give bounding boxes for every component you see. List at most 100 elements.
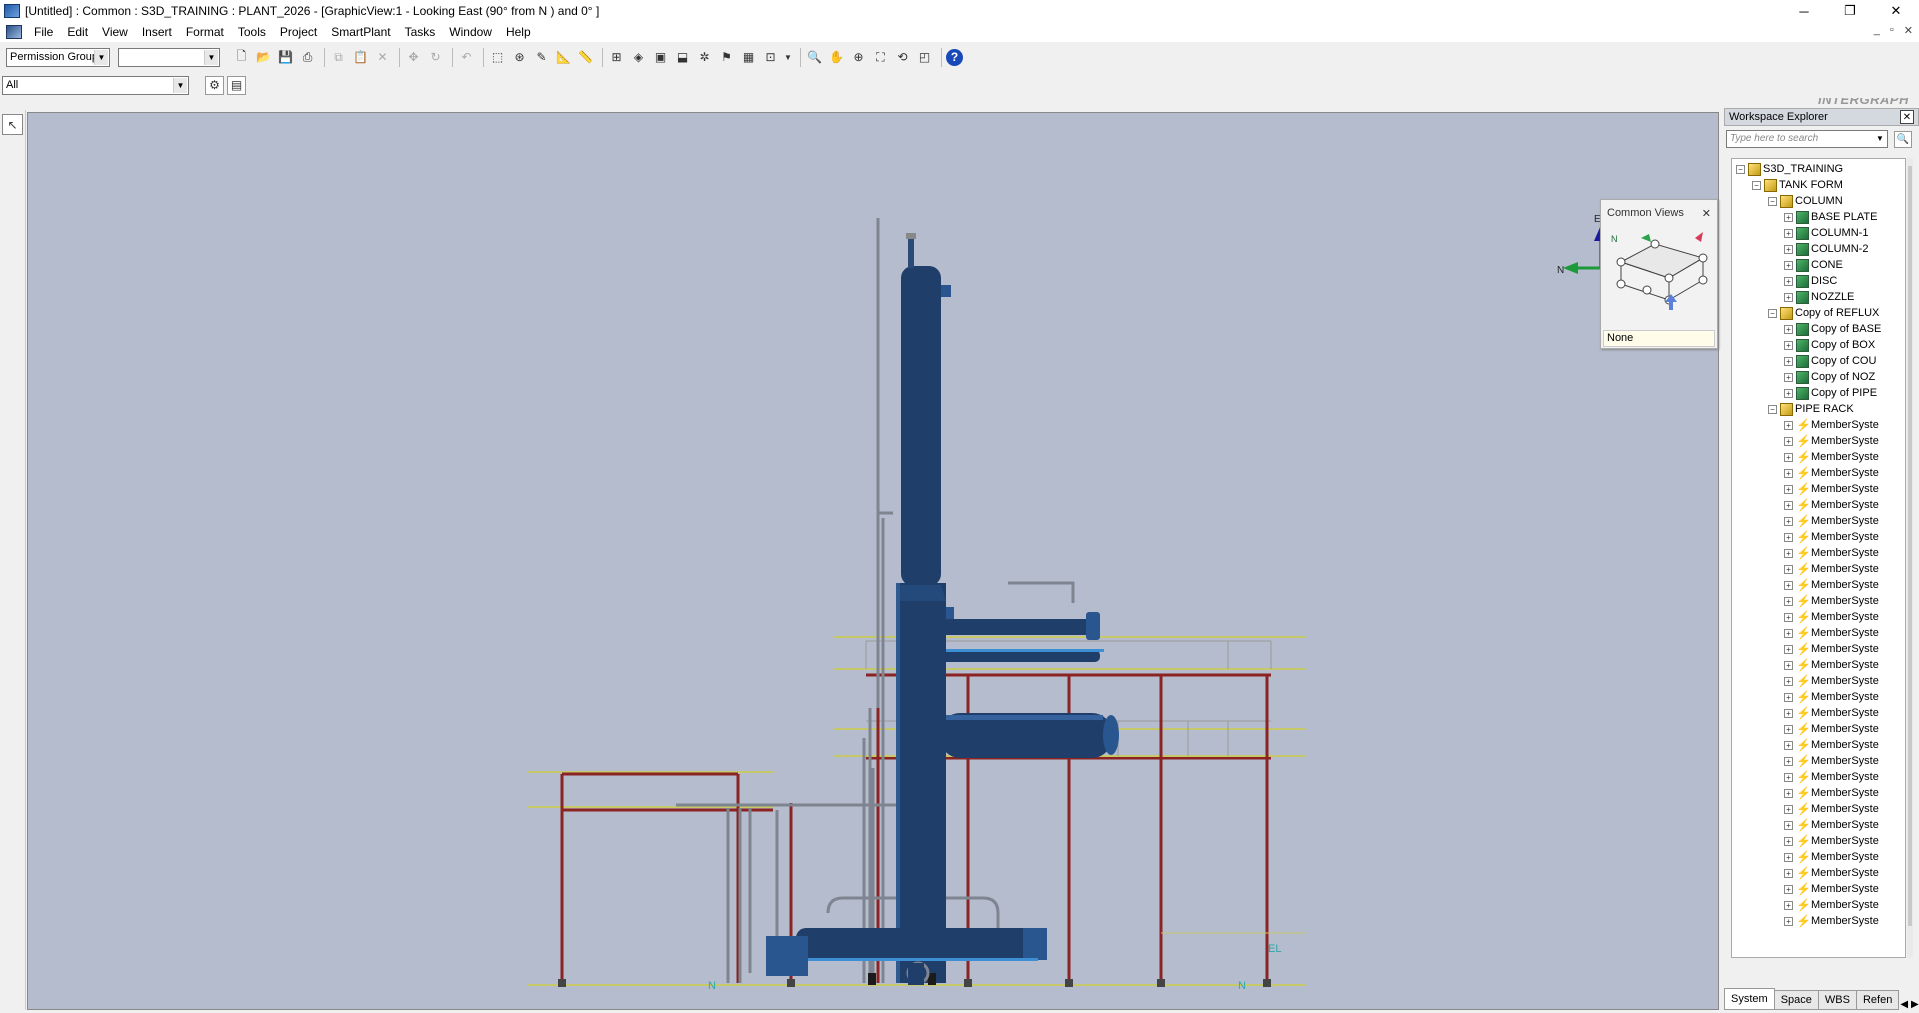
tab-scroll-left-icon[interactable]: ◀: [1900, 999, 1908, 1010]
tree-item[interactable]: + ⚡ MemberSyste: [1784, 625, 1879, 641]
expand-icon[interactable]: +: [1784, 228, 1793, 238]
tree-item[interactable]: + ⚡ MemberSyste: [1784, 577, 1879, 593]
expand-icon[interactable]: +: [1784, 436, 1793, 446]
expand-icon[interactable]: +: [1784, 484, 1793, 494]
select-pointer-icon[interactable]: ↖: [2, 114, 23, 135]
tree-item[interactable]: + Copy of BOX: [1784, 337, 1875, 353]
expand-icon[interactable]: +: [1784, 388, 1793, 398]
tree-item[interactable]: + ⚡ MemberSyste: [1784, 529, 1879, 545]
look-at-icon[interactable]: ◰: [915, 48, 934, 67]
permission-group-select[interactable]: Permission Group ▼: [6, 47, 110, 67]
expand-icon[interactable]: +: [1784, 548, 1793, 558]
tree-item[interactable]: + ⚡ MemberSyste: [1784, 609, 1879, 625]
workspace-tree[interactable]: − S3D_TRAINING − TANK FORM − COLUMN + BASE PLAT…: [1731, 158, 1906, 958]
close-icon[interactable]: ✕: [1900, 110, 1914, 124]
expand-icon[interactable]: +: [1784, 660, 1793, 670]
tree-item[interactable]: + DISC: [1784, 273, 1837, 289]
tree-item[interactable]: + Copy of PIPE: [1784, 385, 1877, 401]
tree-item[interactable]: − S3D_TRAINING: [1736, 161, 1843, 177]
expand-icon[interactable]: +: [1784, 820, 1793, 830]
mdi-restore-button[interactable]: ▫: [1890, 24, 1894, 37]
tab-system[interactable]: System: [1724, 988, 1775, 1010]
expand-icon[interactable]: +: [1784, 900, 1793, 910]
tree-item[interactable]: + COLUMN-1: [1784, 225, 1868, 241]
save-icon[interactable]: 💾: [276, 48, 295, 67]
tree-scrollbar[interactable]: [1907, 158, 1913, 958]
layout-icon[interactable]: ▦: [739, 48, 758, 67]
zoom-icon[interactable]: 🔍: [805, 48, 824, 67]
view-icon[interactable]: ⊞: [607, 48, 626, 67]
expand-icon[interactable]: +: [1784, 212, 1793, 222]
expand-icon[interactable]: +: [1784, 452, 1793, 462]
tree-item[interactable]: + ⚡ MemberSyste: [1784, 513, 1879, 529]
tree-item[interactable]: + ⚡ MemberSyste: [1784, 897, 1879, 913]
menu-file[interactable]: File: [28, 25, 61, 39]
tree-item[interactable]: + CONE: [1784, 257, 1843, 273]
tree-hscrollbar[interactable]: [1731, 960, 1906, 968]
chevron-down-icon[interactable]: ▼: [204, 49, 218, 65]
tree-item[interactable]: − TANK FORM: [1752, 177, 1843, 193]
clip-icon[interactable]: ▣: [651, 48, 670, 67]
volume-icon[interactable]: ⬓: [673, 48, 692, 67]
expand-icon[interactable]: +: [1784, 868, 1793, 878]
restore-button[interactable]: ❐: [1827, 0, 1873, 22]
close-icon[interactable]: ✕: [1702, 207, 1711, 220]
tree-item[interactable]: + Copy of NOZ: [1784, 369, 1875, 385]
orbit-icon[interactable]: ⟲: [893, 48, 912, 67]
tree-item[interactable]: + ⚡ MemberSyste: [1784, 497, 1879, 513]
chevron-down-icon[interactable]: ▼: [1873, 131, 1887, 147]
expand-icon[interactable]: +: [1784, 532, 1793, 542]
tree-item[interactable]: + Copy of COU: [1784, 353, 1876, 369]
view-dropdown-icon[interactable]: ⊡: [761, 48, 780, 67]
tree-item[interactable]: + ⚡ MemberSyste: [1784, 913, 1879, 929]
ruler-icon[interactable]: 📏: [576, 48, 595, 67]
menu-project[interactable]: Project: [274, 25, 325, 39]
tree-item[interactable]: + ⚡ MemberSyste: [1784, 849, 1879, 865]
common-views-panel[interactable]: Common Views ✕ N None: [1600, 199, 1718, 349]
approval-status-select[interactable]: ▼: [118, 47, 220, 67]
tree-item[interactable]: + ⚡ MemberSyste: [1784, 721, 1879, 737]
expand-icon[interactable]: +: [1784, 372, 1793, 382]
menu-tools[interactable]: Tools: [232, 25, 274, 39]
menu-tasks[interactable]: Tasks: [399, 25, 444, 39]
menu-window[interactable]: Window: [443, 25, 500, 39]
expand-icon[interactable]: +: [1784, 420, 1793, 430]
expand-icon[interactable]: +: [1784, 916, 1793, 926]
copy-icon[interactable]: ⧉: [329, 48, 348, 67]
tree-item[interactable]: − COLUMN: [1768, 193, 1843, 209]
open-icon[interactable]: 📂: [254, 48, 273, 67]
tree-item[interactable]: + NOZZLE: [1784, 289, 1854, 305]
tree-item[interactable]: + ⚡ MemberSyste: [1784, 641, 1879, 657]
tree-item[interactable]: + ⚡ MemberSyste: [1784, 833, 1879, 849]
filter-settings-icon[interactable]: ⚙: [205, 75, 224, 95]
tree-item[interactable]: + ⚡ MemberSyste: [1784, 753, 1879, 769]
expand-icon[interactable]: +: [1784, 468, 1793, 478]
tree-item[interactable]: − Copy of REFLUX: [1768, 305, 1879, 321]
tree-item[interactable]: + ⚡ MemberSyste: [1784, 545, 1879, 561]
tree-item[interactable]: + ⚡ MemberSyste: [1784, 417, 1879, 433]
undo-icon[interactable]: ↶: [457, 48, 476, 67]
tree-item[interactable]: + ⚡ MemberSyste: [1784, 801, 1879, 817]
menu-help[interactable]: Help: [500, 25, 539, 39]
find-icon[interactable]: 🔍: [1894, 131, 1912, 148]
tree-item[interactable]: + ⚡ MemberSyste: [1784, 737, 1879, 753]
tree-item[interactable]: + ⚡ MemberSyste: [1784, 769, 1879, 785]
expand-icon[interactable]: +: [1784, 724, 1793, 734]
tree-item[interactable]: − PIPE RACK: [1768, 401, 1854, 417]
expand-icon[interactable]: +: [1784, 852, 1793, 862]
flag-icon[interactable]: ⚑: [717, 48, 736, 67]
expand-icon[interactable]: +: [1784, 324, 1793, 334]
menu-smartplant[interactable]: SmartPlant: [325, 25, 398, 39]
tab-wbs[interactable]: WBS: [1817, 990, 1857, 1010]
locate-filter-select[interactable]: All ▼: [2, 75, 189, 95]
pan-icon[interactable]: ✋: [827, 48, 846, 67]
tree-item[interactable]: + ⚡ MemberSyste: [1784, 881, 1879, 897]
expand-icon[interactable]: +: [1784, 628, 1793, 638]
tree-item[interactable]: + ⚡ MemberSyste: [1784, 449, 1879, 465]
close-button[interactable]: ✕: [1873, 0, 1919, 22]
help-icon[interactable]: ?: [946, 48, 963, 66]
expand-icon[interactable]: +: [1784, 676, 1793, 686]
collapse-icon[interactable]: −: [1768, 308, 1777, 318]
move-icon[interactable]: ✥: [404, 48, 423, 67]
expand-icon[interactable]: +: [1784, 836, 1793, 846]
